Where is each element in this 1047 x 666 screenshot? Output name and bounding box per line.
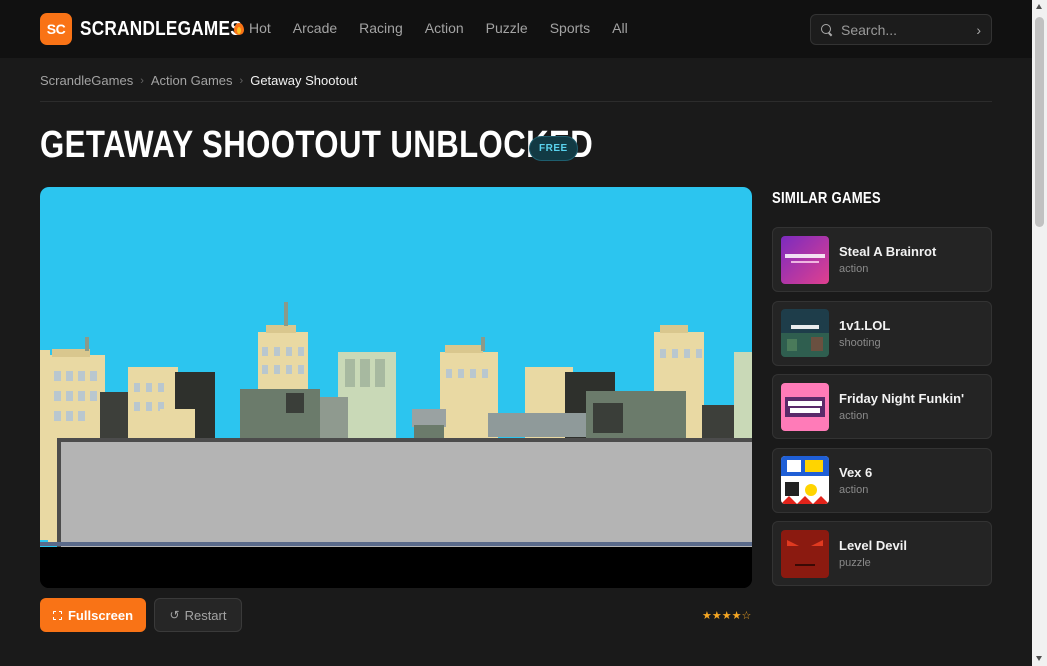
- game-name: Steal A Brainrot: [839, 244, 937, 259]
- nav-item-sports[interactable]: Sports: [550, 20, 590, 36]
- rooftop-floor: [61, 442, 752, 547]
- star-rating: ★★★★☆: [702, 610, 752, 622]
- rooftop-unit: [240, 389, 320, 439]
- fire-icon: [234, 22, 244, 35]
- restart-label: Restart: [184, 607, 227, 623]
- similar-game-card[interactable]: 1v1.LOL shooting: [772, 300, 992, 366]
- restart-button[interactable]: ↺ Restart: [154, 598, 242, 632]
- free-badge: FREE: [529, 136, 578, 161]
- nav-item-hot[interactable]: Hot: [234, 20, 271, 36]
- game-thumbnail: [781, 382, 829, 431]
- divider: [40, 101, 992, 102]
- breadcrumb-current: Getaway Shootout: [250, 73, 358, 88]
- game-category: action: [839, 483, 869, 496]
- breadcrumb-home[interactable]: ScrandleGames: [40, 73, 133, 88]
- search-box: ›: [810, 14, 992, 45]
- nav-item-label: Hot: [249, 20, 271, 36]
- nav-item-action[interactable]: Action: [425, 20, 464, 36]
- rooftop-pipe: [488, 413, 598, 437]
- nav-item-puzzle[interactable]: Puzzle: [486, 20, 528, 36]
- game-category: action: [839, 410, 869, 422]
- similar-game-card[interactable]: Vex 6 action: [772, 447, 992, 513]
- game-name: Vex 6: [839, 464, 873, 480]
- game-frame[interactable]: [40, 187, 752, 588]
- rooftop-vent: [414, 425, 444, 439]
- chevron-right-icon: ›: [140, 74, 144, 87]
- rooftop-unit: [320, 397, 348, 439]
- game-thumbnail: [781, 529, 829, 578]
- similar-game-card[interactable]: Level Devil puzzle: [772, 521, 992, 586]
- building: [160, 409, 195, 439]
- breadcrumb-category[interactable]: Action Games: [151, 73, 233, 88]
- game-category: action: [839, 263, 869, 275]
- game-name: 1v1.LOL: [839, 317, 891, 333]
- chevron-right-icon: ›: [239, 74, 244, 87]
- scroll-up-icon[interactable]: [1036, 4, 1042, 9]
- scroll-down-icon[interactable]: [1036, 656, 1042, 661]
- search-input[interactable]: [841, 21, 977, 38]
- similar-games-title: SIMILAR GAMES: [772, 190, 881, 207]
- main-nav: Hot Arcade Racing Action Puzzle Sports A…: [234, 20, 628, 36]
- similar-game-card[interactable]: Friday Night Funkin' action: [772, 374, 992, 439]
- chevron-right-icon[interactable]: ›: [976, 22, 981, 38]
- game-canvas[interactable]: [40, 187, 752, 588]
- top-navbar: SC SCRANDLEGAMES Hot Arcade Racing Actio…: [0, 0, 1032, 58]
- similar-games-list: Steal A Brainrot action 1v1.LOL shooting: [772, 227, 992, 595]
- page-scrollbar[interactable]: [1032, 0, 1047, 666]
- nav-item-racing[interactable]: Racing: [359, 20, 403, 36]
- game-category: shooting: [839, 336, 881, 349]
- scrollbar-thumb[interactable]: [1035, 17, 1044, 227]
- fullscreen-label: Fullscreen: [67, 607, 134, 623]
- rooftop-vent: [412, 409, 446, 427]
- logo-badge: SC: [40, 13, 72, 45]
- fullscreen-icon: [52, 610, 62, 620]
- game-thumbnail: [781, 456, 829, 504]
- game-name: Level Devil: [839, 538, 907, 553]
- fullscreen-button[interactable]: Fullscreen: [40, 598, 146, 632]
- nav-item-arcade[interactable]: Arcade: [293, 20, 337, 36]
- title-row: GETAWAY SHOOTOUT UNBLOCKED FREE: [40, 124, 715, 167]
- search-icon: [821, 23, 833, 36]
- game-thumbnail: [781, 309, 829, 357]
- nav-item-all[interactable]: All: [612, 20, 628, 36]
- game-name: Friday Night Funkin': [839, 391, 965, 406]
- page-title: GETAWAY SHOOTOUT UNBLOCKED: [40, 124, 594, 166]
- breadcrumb: ScrandleGames › Action Games › Getaway S…: [40, 73, 357, 88]
- restart-icon: ↺: [169, 608, 180, 622]
- logo-text: SCRANDLEGAMES: [80, 17, 242, 40]
- game-thumbnail: [781, 235, 829, 284]
- game-category: puzzle: [839, 557, 871, 569]
- similar-game-card[interactable]: Steal A Brainrot action: [772, 227, 992, 292]
